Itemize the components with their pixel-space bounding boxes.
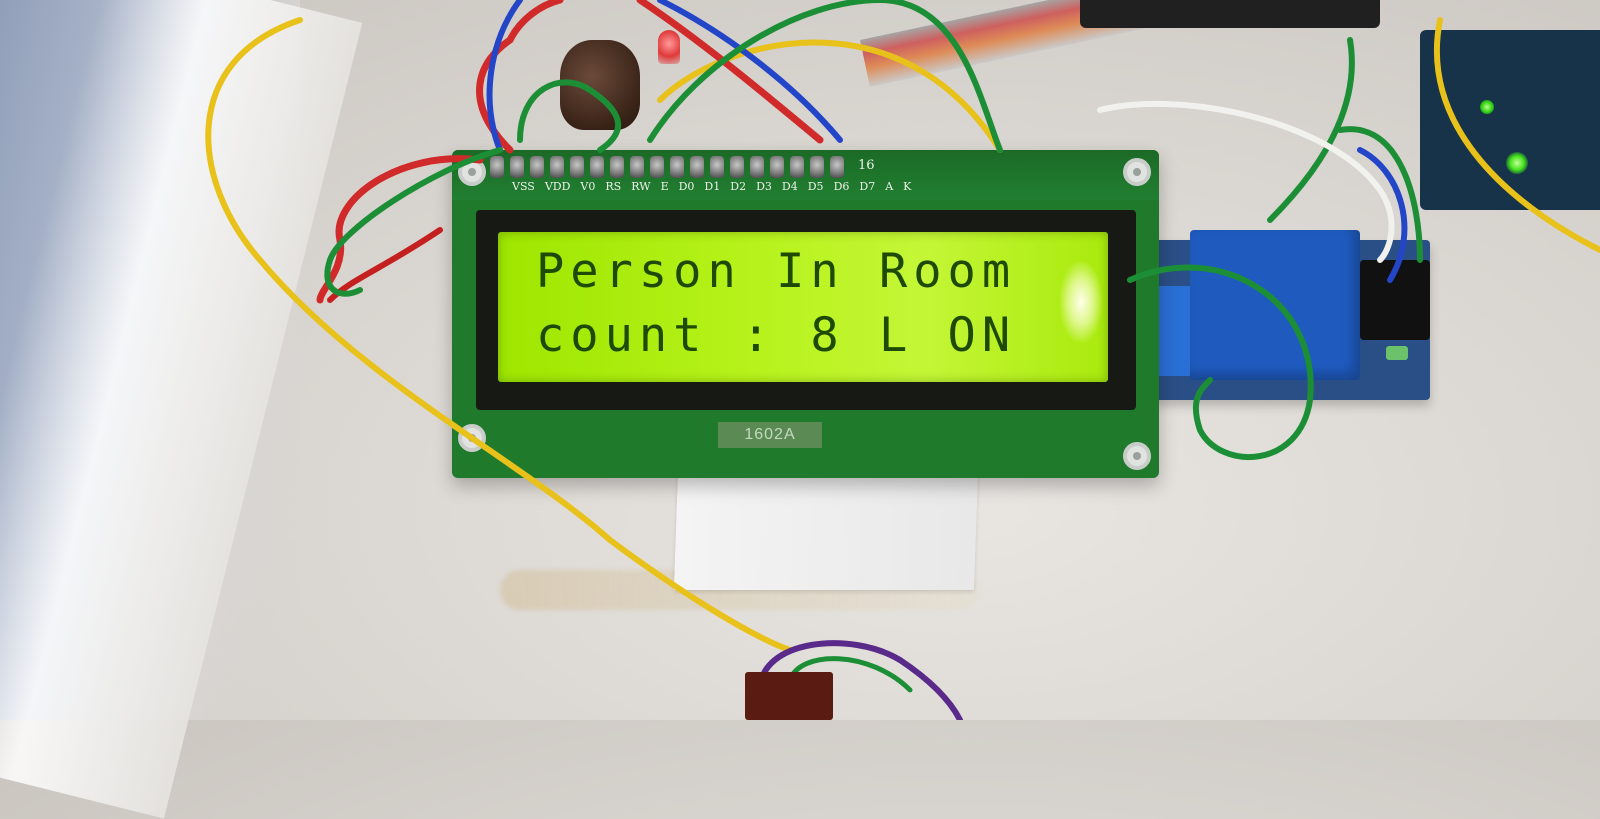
pin-label: K bbox=[903, 180, 912, 193]
header-pin bbox=[730, 156, 744, 178]
pin-label: VSS bbox=[512, 180, 535, 193]
mount-hole bbox=[1123, 158, 1151, 186]
pin-label: D0 bbox=[678, 180, 695, 193]
header-pin bbox=[710, 156, 724, 178]
lcd-line-1: Person In Room bbox=[536, 244, 1017, 299]
pin-label: E bbox=[660, 180, 669, 193]
header-pin bbox=[590, 156, 604, 178]
header-pin bbox=[670, 156, 684, 178]
pin-label: RS bbox=[605, 180, 622, 193]
potentiometer bbox=[560, 40, 640, 130]
pin-label: D3 bbox=[756, 180, 772, 193]
lcd-line-2: count : 8 L ON bbox=[536, 308, 1017, 363]
tape-stand bbox=[673, 470, 979, 590]
status-led-icon bbox=[1480, 100, 1494, 114]
red-wire bbox=[476, 0, 564, 154]
red-wire bbox=[327, 227, 443, 303]
pin-header bbox=[490, 156, 844, 178]
relay-header-pins bbox=[1360, 260, 1430, 340]
pin-label: D5 bbox=[807, 180, 824, 193]
mount-hole bbox=[1123, 442, 1151, 470]
green-wire bbox=[1267, 37, 1355, 223]
pin-label: D1 bbox=[704, 180, 721, 193]
pin-count-label: 16 bbox=[858, 158, 875, 173]
blue-wire bbox=[486, 0, 523, 153]
model-label: 1602A bbox=[718, 422, 822, 448]
pin-label: RW bbox=[631, 180, 651, 193]
header-pin bbox=[610, 156, 624, 178]
header-pin bbox=[630, 156, 644, 178]
lcd-bezel: Person In Room count : 8 L ON bbox=[476, 210, 1136, 410]
power-led-icon bbox=[1506, 152, 1528, 174]
header-pin bbox=[690, 156, 704, 178]
header-pin bbox=[650, 156, 664, 178]
microcontroller-board bbox=[1420, 30, 1600, 210]
header-pin bbox=[550, 156, 564, 178]
header-pin bbox=[570, 156, 584, 178]
red-led-icon bbox=[658, 30, 680, 64]
header-pin bbox=[810, 156, 824, 178]
pin-labels: VSS VDD V0 RS RW E D0 D1 D2 D3 D4 D5 D6 D7 A K bbox=[512, 180, 911, 193]
pin-label: D6 bbox=[833, 180, 850, 193]
pin-label: V0 bbox=[580, 180, 596, 193]
header-pin bbox=[790, 156, 804, 178]
jumper-header-top bbox=[1080, 0, 1380, 28]
mount-hole bbox=[458, 424, 486, 452]
header-pin bbox=[770, 156, 784, 178]
pin-label: VDD bbox=[544, 180, 571, 193]
photo-scene: 16 VSS VDD V0 RS RW E D0 D1 D2 D3 D4 D5 D6 D7 A K Perso… bbox=[0, 0, 1600, 819]
pin-label: D7 bbox=[859, 180, 876, 193]
lcd-module: 16 VSS VDD V0 RS RW E D0 D1 D2 D3 D4 D5 D6 D7 A K Perso… bbox=[452, 150, 1159, 478]
red-wire bbox=[636, 0, 824, 144]
header-pin bbox=[510, 156, 524, 178]
header-pin bbox=[490, 156, 504, 178]
jumper-connector bbox=[745, 672, 833, 720]
header-pin bbox=[750, 156, 764, 178]
backlight-glow bbox=[1060, 262, 1102, 342]
lcd-display: Person In Room count : 8 L ON bbox=[498, 232, 1108, 382]
header-pin bbox=[830, 156, 844, 178]
mount-hole bbox=[458, 158, 486, 186]
pin-label: D2 bbox=[730, 180, 747, 193]
relay bbox=[1190, 230, 1360, 380]
header-pin bbox=[530, 156, 544, 178]
blue-wire bbox=[657, 0, 843, 143]
pin-label: D4 bbox=[781, 180, 798, 193]
relay-led-icon bbox=[1386, 346, 1408, 360]
pin-label: A bbox=[885, 180, 894, 193]
